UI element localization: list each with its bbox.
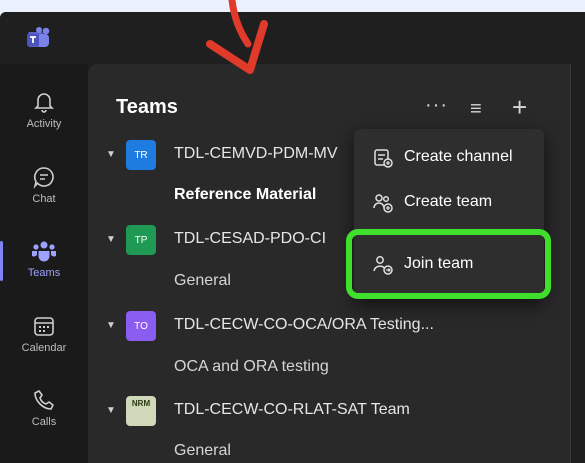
rail-label-chat: Chat xyxy=(32,193,56,205)
team-name: TDL-CESAD-PDO-CI xyxy=(174,230,327,247)
add-icon[interactable]: + xyxy=(512,92,527,123)
chevron-down-icon[interactable]: ▼ xyxy=(106,320,116,331)
team-row[interactable]: ▼ TR TDL-CEMVD-PDM-MV xyxy=(96,135,358,175)
bell-icon xyxy=(34,93,54,113)
team-name: TDL-CEMVD-PDM-MV xyxy=(174,145,338,162)
create-channel-menu-item[interactable]: Create channel xyxy=(354,137,544,177)
filter-icon[interactable]: ≡ xyxy=(470,98,482,121)
create-team-icon xyxy=(373,194,393,213)
rail-item-calendar[interactable]: Calendar xyxy=(0,302,88,374)
rail-item-teams[interactable]: Teams xyxy=(0,227,88,299)
chevron-down-icon[interactable]: ▼ xyxy=(106,234,116,245)
rail-label-activity: Activity xyxy=(26,118,62,130)
menu-label: Create channel xyxy=(404,148,513,165)
create-channel-icon xyxy=(374,149,393,168)
chat-icon xyxy=(33,167,54,189)
team-name: TDL-CECW-CO-OCA/ORA Testing... xyxy=(174,316,434,333)
channel-item[interactable]: Reference Material xyxy=(174,186,316,204)
phone-icon xyxy=(34,390,54,410)
active-indicator xyxy=(0,241,3,281)
page-title: Teams xyxy=(116,96,178,118)
channel-item[interactable]: OCA and ORA testing xyxy=(174,358,329,376)
team-name: TDL-CECW-CO-RLAT-SAT Team xyxy=(174,401,410,418)
team-avatar: TO xyxy=(126,311,156,341)
team-row[interactable]: ▼ TO TDL-CECW-CO-OCA/ORA Testing... xyxy=(96,306,566,346)
rail-label-teams: Teams xyxy=(27,267,61,279)
team-avatar: NRM xyxy=(126,396,156,426)
red-arrow-annotation xyxy=(206,0,268,74)
channel-item[interactable]: General xyxy=(174,442,231,460)
create-team-menu-item[interactable]: Create team xyxy=(354,182,544,222)
highlight-annotation xyxy=(346,229,551,299)
menu-label: Create team xyxy=(404,193,493,210)
teams-logo-icon xyxy=(27,27,50,47)
rail-item-calls[interactable]: Calls xyxy=(0,376,88,448)
channel-item[interactable]: General xyxy=(174,272,231,290)
rail-label-calendar: Calendar xyxy=(21,342,67,354)
calendar-icon xyxy=(34,317,54,336)
app-rail: Activity Chat Teams Calendar Calls xyxy=(0,64,88,463)
rail-item-chat[interactable]: Chat xyxy=(0,153,88,225)
chevron-down-icon[interactable]: ▼ xyxy=(106,149,116,160)
team-avatar: TR xyxy=(126,140,156,170)
right-pane-edge xyxy=(570,64,585,463)
team-row[interactable]: ▼ NRM TDL-CECW-CO-RLAT-SAT Team xyxy=(96,391,566,431)
chevron-down-icon[interactable]: ▼ xyxy=(106,405,116,416)
team-row[interactable]: ▼ TP TDL-CESAD-PDO-CI xyxy=(96,220,358,260)
title-bar xyxy=(0,12,585,64)
rail-item-activity[interactable]: Activity xyxy=(0,78,88,150)
top-band xyxy=(0,0,585,12)
team-avatar: TP xyxy=(126,225,156,255)
more-options-icon[interactable]: ··· xyxy=(425,94,448,117)
teams-icon xyxy=(32,241,56,262)
rail-label-calls: Calls xyxy=(31,416,57,428)
